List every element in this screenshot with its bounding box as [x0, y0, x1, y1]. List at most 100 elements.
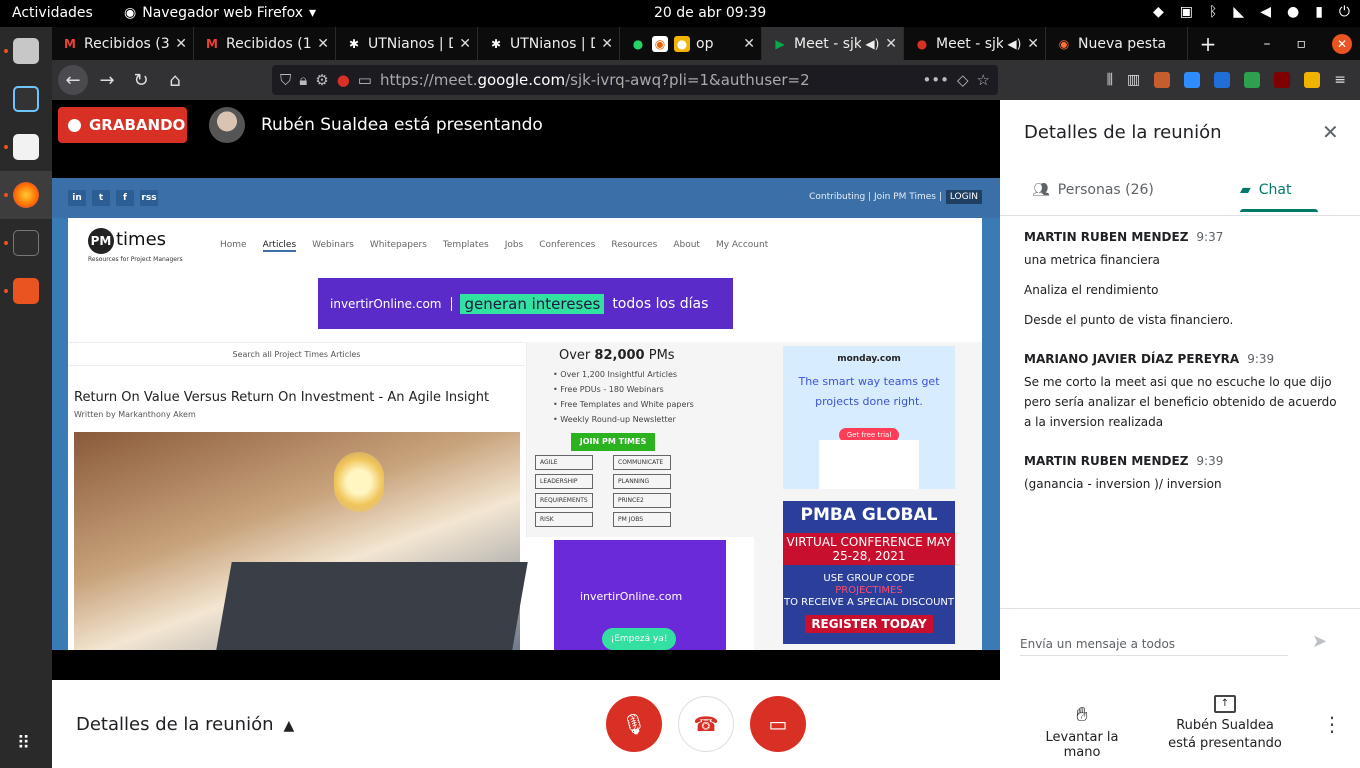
software-center-icon: [13, 278, 39, 304]
gmail-icon: M: [64, 36, 76, 51]
extension-icon[interactable]: [1304, 72, 1321, 88]
notes-icon: [13, 134, 39, 160]
dock-terminal[interactable]: [0, 219, 52, 267]
zoom-extension-icon[interactable]: [1184, 72, 1201, 88]
pmba-code: USE GROUP CODE PROJECTIMES TO RECEIVE A SP…: [783, 565, 955, 609]
url-bar[interactable]: ⛉ 🔒︎ ⚙ ● ▭ https://meet.google.com/sjk-i…: [272, 65, 998, 95]
dock-monitor[interactable]: [0, 75, 52, 123]
camera-off-icon: ▭: [768, 712, 788, 736]
tab-utnianos-2[interactable]: ✱ UTNianos | D ✕: [478, 27, 620, 60]
close-icon[interactable]: ✕: [459, 36, 471, 52]
close-icon[interactable]: ✕: [601, 36, 613, 52]
ad-banner: invertirOnline.com generan intereses todos…: [318, 278, 733, 329]
reload-button[interactable]: ↻: [126, 65, 156, 95]
tab-gmail-2[interactable]: M Recibidos (1 ✕: [194, 27, 336, 60]
new-tab-button[interactable]: +: [1188, 32, 1228, 56]
tab-meet-2[interactable]: ● Meet - sjk ◀) ✕: [904, 27, 1046, 60]
shield-icon[interactable]: ⛉: [280, 71, 291, 89]
message-time: 9:37: [1196, 230, 1224, 244]
raise-hand-button[interactable]: ✋︎ Levantar la mano: [1026, 702, 1138, 760]
volume-icon[interactable]: ◀: [1260, 4, 1271, 20]
back-button[interactable]: ←: [58, 65, 88, 95]
pmba-register: REGISTER TODAY: [805, 615, 933, 633]
chat-message-input[interactable]: Envía un mensaje a todos: [1020, 637, 1288, 656]
library-icon[interactable]: ⫼: [1107, 72, 1113, 88]
presenter-info: Rubén Sualdea está presentando: [209, 107, 543, 143]
tab-people[interactable]: 👥︎ Personas (26): [1032, 182, 1154, 198]
chat-icon[interactable]: ▭: [358, 71, 372, 89]
close-icon[interactable]: ✕: [1027, 36, 1039, 52]
camera-toggle-button[interactable]: ▭: [750, 696, 806, 752]
battery-icon[interactable]: ▮: [1315, 4, 1323, 20]
panel-close-icon[interactable]: ✕: [1322, 120, 1339, 144]
pmba-code-label: USE GROUP CODE: [823, 573, 915, 584]
home-button[interactable]: ⌂: [160, 65, 190, 95]
tab-new[interactable]: ◉ Nueva pesta: [1046, 27, 1188, 60]
menu-icon[interactable]: ≡: [1334, 72, 1346, 88]
article-author: Written by Markanthony Akem: [74, 410, 196, 419]
send-icon[interactable]: ➤: [1312, 631, 1327, 652]
mic-toggle-button[interactable]: 🎙︎: [606, 696, 662, 752]
contrib-text: Contributing | Join PM Times |: [809, 192, 942, 202]
leave-call-button[interactable]: ☎: [678, 696, 734, 752]
speaker-icon[interactable]: ◀): [865, 37, 879, 51]
dock-notes[interactable]: [0, 123, 52, 171]
dock-firefox[interactable]: [0, 171, 52, 219]
maximize-icon[interactable]: ▫: [1297, 36, 1307, 52]
tab-utnianos-1[interactable]: ✱ UTNianos | D ✕: [336, 27, 478, 60]
shared-screen: in t f rss Contributing | Join PM Times …: [52, 178, 1000, 650]
sidebar-icon[interactable]: ▥: [1127, 72, 1140, 88]
tab-title: Recibidos (1: [226, 35, 312, 52]
tab-chat[interactable]: ▰ Chat: [1240, 182, 1317, 212]
minimize-icon[interactable]: –: [1264, 36, 1271, 52]
meeting-details-toggle[interactable]: Detalles de la reunión ▲: [76, 714, 294, 735]
chevron-up-icon: ▲: [283, 718, 295, 734]
ad2-brand: invertirOnline.com: [580, 590, 683, 603]
show-apps-icon[interactable]: ⠿: [17, 733, 30, 754]
bluetooth-icon[interactable]: ᛒ: [1209, 4, 1217, 20]
pm-nav-item: Jobs: [504, 240, 524, 250]
power-icon[interactable]: ⏻: [1339, 4, 1350, 20]
clock[interactable]: 20 de abr 09:39: [654, 5, 766, 21]
close-icon[interactable]: ✕: [885, 36, 897, 52]
tab-gmail-1[interactable]: M Recibidos (3 ✕: [52, 27, 194, 60]
monday-screenshot: [819, 440, 919, 489]
more-options-icon[interactable]: ⋮: [1322, 712, 1342, 736]
close-icon[interactable]: ✕: [317, 36, 329, 52]
activities-button[interactable]: Actividades: [12, 5, 93, 21]
page-actions-icon[interactable]: •••: [922, 71, 949, 89]
tab-meet-active[interactable]: ▶ Meet - sjk ◀) ✕: [762, 27, 904, 60]
lock-icon[interactable]: 🔒︎: [299, 71, 307, 89]
extension-icon[interactable]: [1214, 72, 1231, 88]
ublock-icon[interactable]: [1274, 72, 1291, 88]
dock-software[interactable]: [0, 267, 52, 315]
permissions-icon[interactable]: ⚙: [315, 71, 328, 89]
chat-icon: ▰: [1240, 182, 1251, 198]
pm-nav-item: Webinars: [312, 240, 354, 250]
tab-whatsapp[interactable]: ● ◉ ● op ✕: [620, 27, 762, 60]
pocket-icon[interactable]: ◇: [957, 71, 969, 89]
wifi-icon[interactable]: ◣: [1233, 4, 1244, 20]
benefit-item: • Over 1,200 Insightful Articles: [553, 370, 678, 379]
system-tray[interactable]: ◆ ▣ ᛒ ◣ ◀ ● ▮ ⏻: [1153, 4, 1350, 20]
window-close-button[interactable]: ✕: [1332, 33, 1352, 54]
pm-nav-item: Home: [220, 240, 247, 250]
url-text[interactable]: https://meet.google.com/sjk-ivrq-awq?pli…: [380, 71, 914, 89]
dropbox-icon[interactable]: ◆: [1153, 4, 1164, 20]
bookmark-star-icon[interactable]: ☆: [977, 71, 990, 89]
presenting-button[interactable]: ↑ Rubén Sualdea está presentando: [1158, 694, 1292, 753]
app-menu[interactable]: ◉ Navegador web Firefox ▾: [124, 5, 316, 21]
forward-button[interactable]: →: [92, 65, 122, 95]
pm-top-bar: in t f rss Contributing | Join PM Times …: [52, 178, 1000, 218]
extension-icon[interactable]: [1244, 72, 1261, 88]
close-icon[interactable]: ✕: [175, 36, 187, 52]
teams-icon[interactable]: ▣: [1180, 4, 1193, 20]
speaker-icon[interactable]: ◀): [1007, 37, 1021, 51]
mic-icon[interactable]: ●: [1287, 4, 1299, 20]
close-icon[interactable]: ✕: [743, 36, 755, 52]
pm-page: PM times Resources for Project Managers Ho…: [68, 218, 982, 650]
account-icon[interactable]: [1154, 72, 1171, 88]
dock-files[interactable]: [0, 27, 52, 75]
mic-permission-icon[interactable]: ●: [337, 71, 350, 89]
record-dot-icon: [68, 118, 81, 132]
